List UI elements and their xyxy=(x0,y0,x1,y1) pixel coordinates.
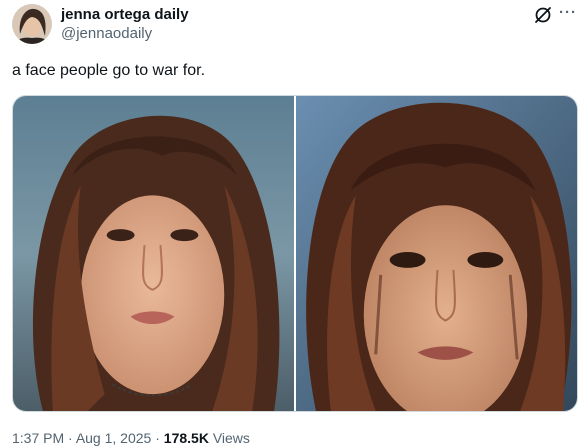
photo-1[interactable] xyxy=(13,96,294,411)
tweet-time[interactable]: 1:37 PM xyxy=(12,430,64,446)
tweet-text: a face people go to war for. xyxy=(12,62,206,79)
views-count[interactable]: 178.5K xyxy=(164,430,209,446)
tweet-date[interactable]: Aug 1, 2025 xyxy=(76,430,152,446)
meta-separator: · xyxy=(64,430,76,446)
photo-2[interactable] xyxy=(296,96,577,411)
tweet-meta: 1:37 PM · Aug 1, 2025 · 178.5K Views xyxy=(12,430,250,447)
views-label: Views xyxy=(208,430,250,446)
more-options-icon[interactable]: ··· xyxy=(558,3,578,23)
meta-separator: · xyxy=(151,430,164,446)
avatar[interactable] xyxy=(12,4,52,44)
media-grid xyxy=(12,95,578,412)
author-handle[interactable]: @jennaodaily xyxy=(61,25,152,43)
tweet-card[interactable]: jenna ortega daily @jennaodaily ··· a fa… xyxy=(0,0,582,447)
avatar-image xyxy=(12,4,52,44)
author-display-name[interactable]: jenna ortega daily xyxy=(61,6,189,24)
grok-icon[interactable] xyxy=(533,5,553,25)
